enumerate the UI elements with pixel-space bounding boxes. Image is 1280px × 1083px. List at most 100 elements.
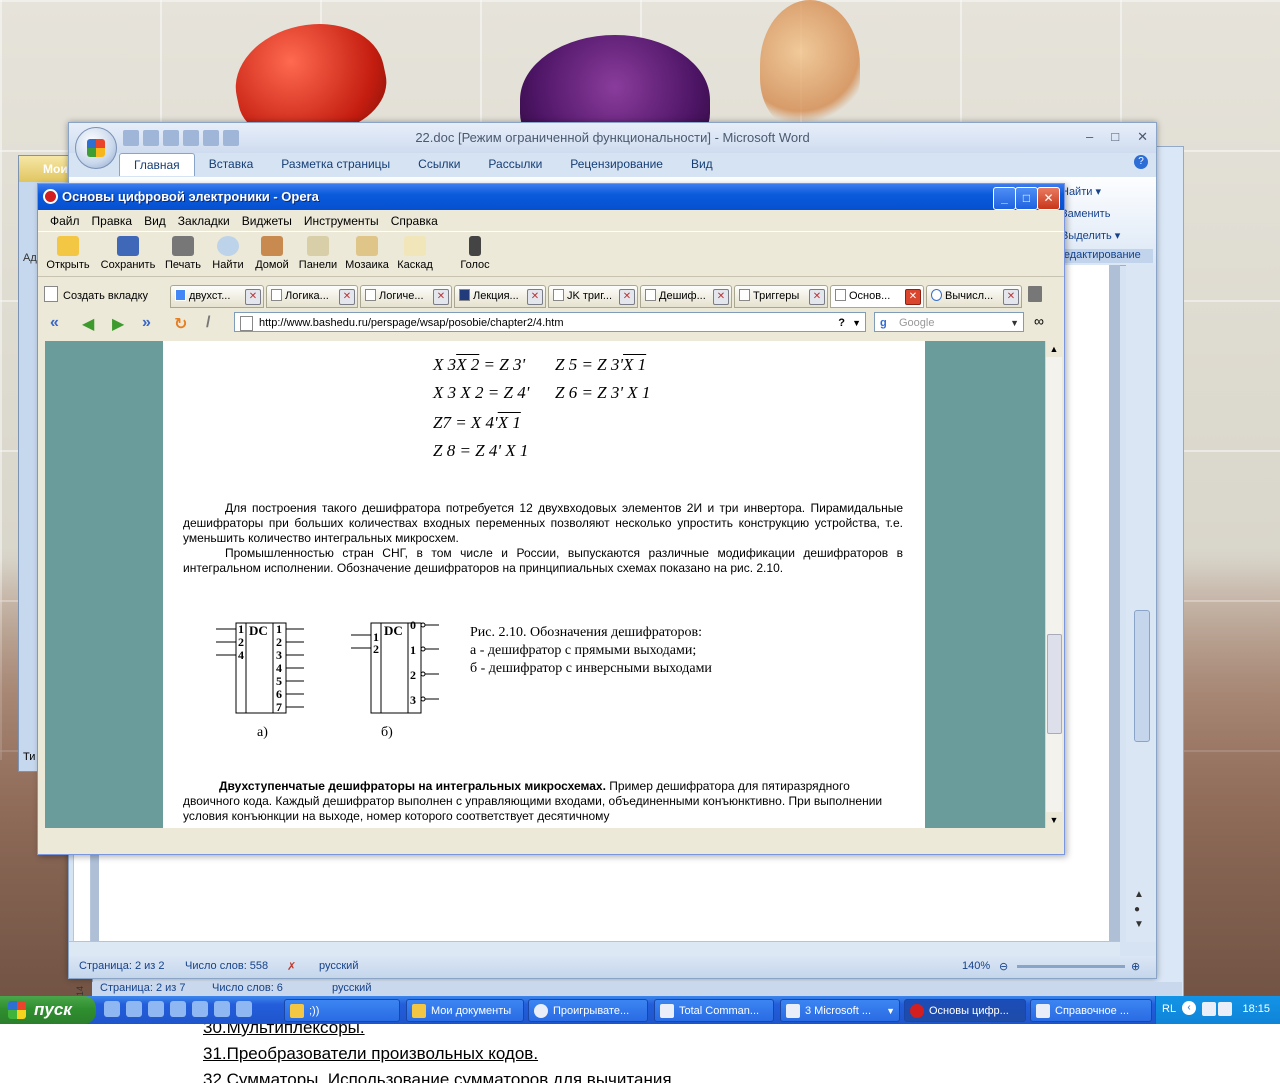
opera-scroll-thumb[interactable]	[1047, 634, 1062, 734]
search-field[interactable]: g Google ▼	[874, 312, 1024, 332]
trash-icon[interactable]	[1028, 286, 1042, 302]
tab-3[interactable]: Логиче... ✕	[360, 285, 452, 308]
preview-icon[interactable]	[223, 130, 239, 146]
open-button[interactable]: Открыть	[44, 236, 92, 271]
open-icon[interactable]	[143, 130, 159, 146]
word-minimize-button[interactable]: –	[1086, 129, 1093, 145]
help-icon[interactable]: ?	[1134, 155, 1148, 169]
quick-launch-icon[interactable]	[236, 1001, 252, 1017]
close-tab-icon[interactable]: ✕	[527, 289, 543, 305]
toc-item[interactable]: 31.Преобразователи произвольных кодов.	[203, 1041, 676, 1067]
zoom-slider[interactable]	[1017, 965, 1125, 968]
browse-object-buttons[interactable]: ▲ ● ▼	[1134, 887, 1144, 932]
menu-tools[interactable]: Инструменты	[298, 211, 385, 231]
tab-7[interactable]: Триггеры ✕	[734, 285, 828, 308]
start-button[interactable]: пуск	[0, 996, 96, 1024]
taskbar-item-word-group[interactable]: 3 Microsoft ... ▼	[780, 999, 900, 1022]
forward-icon[interactable]: ▶	[112, 314, 124, 334]
language-indicator[interactable]: RL	[1162, 1003, 1176, 1015]
second-status-words[interactable]: Число слов: 6	[212, 982, 283, 994]
home-button[interactable]: Домой	[252, 236, 292, 271]
find-page-button[interactable]: Найти	[208, 236, 248, 271]
save-icon[interactable]	[203, 130, 219, 146]
voice-button[interactable]: Голос	[454, 236, 496, 271]
zoom-out-icon[interactable]: ⊖	[999, 960, 1008, 973]
replace-button[interactable]: Заменить	[1061, 203, 1120, 225]
tray-arrow-icon[interactable]: ‹	[1182, 1001, 1196, 1015]
close-tab-icon[interactable]: ✕	[339, 289, 355, 305]
address-field[interactable]: http://www.bashedu.ru/perspage/wsap/poso…	[234, 312, 866, 332]
close-tab-icon[interactable]: ✕	[619, 289, 635, 305]
quick-launch-icon[interactable]	[148, 1001, 164, 1017]
menu-bookmarks[interactable]: Закладки	[172, 211, 236, 231]
print-icon[interactable]	[163, 130, 179, 146]
fast-forward-icon[interactable]: »	[142, 314, 151, 332]
cascade-button[interactable]: Каскад	[394, 236, 436, 271]
status-language[interactable]: русский	[319, 960, 358, 972]
tab-review[interactable]: Рецензирование	[556, 153, 677, 176]
quick-launch-icon[interactable]	[192, 1001, 208, 1017]
edit-icon[interactable]: /	[206, 314, 210, 332]
tile-button[interactable]: Мозаика	[342, 236, 392, 271]
word-maximize-button[interactable]: □	[1111, 129, 1119, 145]
select-button[interactable]: Выделить ▾	[1061, 225, 1120, 247]
quick-launch-icon[interactable]	[214, 1001, 230, 1017]
taskbar-item-total-commander[interactable]: Total Comman...	[654, 999, 774, 1022]
tab-8-active[interactable]: Основ... ✕	[830, 285, 924, 308]
close-tab-icon[interactable]: ✕	[905, 289, 921, 305]
quick-launch-icon[interactable]	[170, 1001, 186, 1017]
menu-view[interactable]: Вид	[138, 211, 172, 231]
office-button[interactable]	[75, 127, 117, 169]
second-status-page[interactable]: Страница: 2 из 7	[100, 982, 186, 994]
undo-icon[interactable]	[123, 130, 139, 146]
zoom-glasses-icon[interactable]: ∞	[1034, 313, 1044, 329]
save-button[interactable]: Сохранить	[98, 236, 158, 271]
menu-widgets[interactable]: Виджеты	[236, 211, 298, 231]
opera-window[interactable]: Основы цифровой электроники - Opera _ □ …	[37, 183, 1065, 855]
tray-icon[interactable]	[1202, 1002, 1216, 1016]
opera-close-button[interactable]: ✕	[1037, 187, 1060, 210]
spelling-icon[interactable]: ✗	[287, 960, 296, 973]
quick-launch-icon[interactable]	[104, 1001, 120, 1017]
scroll-up-icon[interactable]: ▲	[1046, 341, 1062, 357]
close-tab-icon[interactable]: ✕	[245, 289, 261, 305]
tab-home[interactable]: Главная	[119, 153, 195, 176]
zoom-in-icon[interactable]: ⊕	[1131, 960, 1140, 973]
reload-icon[interactable]: ↻	[174, 314, 187, 334]
tab-1[interactable]: двухст... ✕	[170, 285, 264, 308]
quick-launch-icon[interactable]	[126, 1001, 142, 1017]
tab-5[interactable]: JK триг... ✕	[548, 285, 638, 308]
taskbar-item-help[interactable]: Справочное ...	[1030, 999, 1152, 1022]
panels-button[interactable]: Панели	[294, 236, 342, 271]
tab-6[interactable]: Дешиф... ✕	[640, 285, 732, 308]
find-button[interactable]: Найти ▾	[1061, 181, 1120, 203]
opera-vertical-scrollbar[interactable]: ▲ ▼	[1045, 341, 1062, 828]
word-close-button[interactable]: ✕	[1137, 129, 1148, 145]
taskbar-item-opera[interactable]: Основы цифр...	[904, 999, 1026, 1022]
close-tab-icon[interactable]: ✕	[1003, 289, 1019, 305]
tab-page-layout[interactable]: Разметка страницы	[267, 153, 404, 176]
search-dropdown-icon[interactable]: ▼	[1010, 313, 1019, 333]
status-zoom[interactable]: 140%	[962, 960, 990, 972]
redo-icon[interactable]	[183, 130, 199, 146]
close-tab-icon[interactable]: ✕	[433, 289, 449, 305]
tab-9[interactable]: Вычисл... ✕	[926, 285, 1022, 308]
status-page[interactable]: Страница: 2 из 2	[79, 960, 165, 972]
menu-edit[interactable]: Правка	[86, 211, 139, 231]
taskbar-item-my-documents[interactable]: Мои документы	[406, 999, 524, 1022]
opera-titlebar[interactable]: Основы цифровой электроники - Opera _ □ …	[38, 184, 1064, 210]
taskbar-item-folder[interactable]: ;))	[284, 999, 400, 1022]
close-tab-icon[interactable]: ✕	[809, 289, 825, 305]
tab-insert[interactable]: Вставка	[195, 153, 268, 176]
print-button[interactable]: Печать	[162, 236, 204, 271]
tab-references[interactable]: Ссылки	[404, 153, 474, 176]
status-words[interactable]: Число слов: 558	[185, 960, 268, 972]
clock[interactable]: 18:15	[1242, 1003, 1270, 1015]
rewind-icon[interactable]: «	[50, 314, 59, 332]
opera-minimize-button[interactable]: _	[993, 187, 1016, 210]
second-status-language[interactable]: русский	[332, 982, 371, 994]
scroll-down-icon[interactable]: ▼	[1046, 812, 1062, 828]
tray-icon[interactable]	[1218, 1002, 1232, 1016]
opera-maximize-button[interactable]: □	[1015, 187, 1038, 210]
close-tab-icon[interactable]: ✕	[713, 289, 729, 305]
